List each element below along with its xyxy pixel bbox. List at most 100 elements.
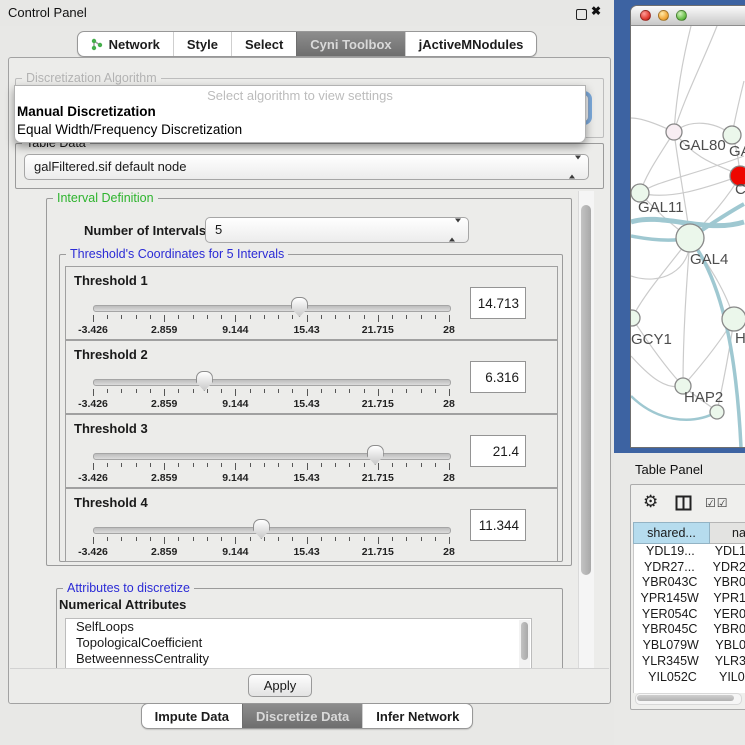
tab-select[interactable]: Select — [231, 32, 296, 56]
tick-mark — [107, 389, 108, 393]
network-canvas[interactable]: GAL80GACGAL11GAL4GCY1HHAP2 — [631, 26, 745, 447]
numerical-attributes-label: Numerical Attributes — [59, 597, 186, 612]
tick-mark — [392, 389, 393, 393]
tick-mark — [178, 537, 179, 541]
slider-track[interactable] — [93, 453, 451, 460]
attribute-item[interactable]: SelfLoops — [66, 619, 531, 635]
slider-thumb[interactable] — [196, 371, 213, 391]
network-node[interactable] — [710, 405, 724, 419]
bottom-tab-discretize-data[interactable]: Discretize Data — [242, 704, 362, 728]
table-row[interactable]: YPR145WYPR1 — [634, 591, 745, 607]
cell-shared-name: YER054C — [634, 607, 705, 623]
numerical-attributes-list[interactable]: SelfLoopsTopologicalCoefficientBetweenne… — [65, 618, 532, 669]
tick-mark — [421, 463, 422, 467]
table-data-combobox[interactable]: galFiltered.sif default node — [24, 154, 589, 180]
network-node[interactable] — [722, 307, 745, 331]
column-header-shared-name[interactable]: shared... — [633, 522, 710, 544]
table-row[interactable]: YER054CYER0 — [634, 607, 745, 623]
tab-jactivemnodules[interactable]: jActiveMNodules — [405, 32, 537, 56]
threshold-panel: Threshold 4-3.4262.8599.14415.4321.71528… — [65, 488, 558, 562]
cell-shared-name: YDR27... — [634, 560, 705, 576]
tick-mark — [207, 537, 208, 541]
panel-scrollbar[interactable] — [578, 191, 594, 669]
select-columns-icon[interactable]: ☑☑ — [705, 496, 729, 510]
tick-mark — [349, 389, 350, 393]
tick-mark — [307, 389, 308, 396]
cell-shared-name: YBR043C — [634, 575, 705, 591]
tick-label: 28 — [421, 472, 477, 484]
tab-cyni-toolbox[interactable]: Cyni Toolbox — [296, 32, 404, 56]
threshold-value-field[interactable]: 14.713 — [470, 287, 526, 319]
tick-mark — [235, 463, 236, 470]
gear-icon[interactable]: ⚙ — [643, 492, 658, 512]
list-scrollbar[interactable] — [519, 620, 530, 669]
tick-mark — [264, 389, 265, 393]
tick-mark — [292, 389, 293, 393]
table-hscrollbar[interactable] — [635, 693, 742, 705]
table-row[interactable]: YLR345WYLR3 — [634, 654, 745, 670]
tick-mark — [392, 315, 393, 319]
cyni-toolbox-panel: Discretization Algorithm Select algorith… — [8, 57, 611, 704]
tick-label: 21.715 — [350, 546, 406, 558]
column-header-name[interactable]: na — [710, 522, 745, 544]
slider-track[interactable] — [93, 527, 451, 534]
tick-label: 2.859 — [136, 324, 192, 336]
algorithm-dropdown-popup: Select algorithm to view settings Manual… — [14, 85, 586, 143]
tab-network[interactable]: Network — [78, 32, 173, 56]
tick-mark — [378, 315, 379, 322]
node-table: ⚙ ☑☑ shared... na YDL19...YDL1YDR27...YD… — [630, 484, 745, 710]
network-node[interactable] — [631, 310, 640, 326]
table-row[interactable]: YBL079WYBL0 — [634, 638, 745, 654]
tick-label: 9.144 — [207, 472, 263, 484]
tick-label: 21.715 — [350, 324, 406, 336]
table-row[interactable]: YBR043CYBR0 — [634, 575, 745, 591]
attribute-item[interactable]: BetweennessCentrality — [66, 651, 531, 667]
cell-shared-name: YDL19... — [634, 544, 707, 560]
table-row[interactable]: YDL19...YDL1 — [634, 544, 745, 560]
network-node[interactable] — [676, 224, 704, 252]
number-of-intervals-combobox[interactable]: 5 — [205, 217, 469, 243]
close-traffic-light[interactable] — [640, 10, 651, 21]
apply-bar: Apply — [10, 668, 609, 703]
slider-thumb[interactable] — [291, 297, 308, 317]
tick-mark — [406, 315, 407, 319]
network-window-titlebar[interactable] — [631, 6, 745, 26]
algorithm-option[interactable]: Manual Discretization — [15, 103, 585, 121]
table-header-row: shared... na — [633, 522, 745, 544]
slider-thumb[interactable] — [367, 445, 384, 465]
threshold-panel: Threshold 2-3.4262.8599.14415.4321.71528… — [65, 340, 558, 414]
tick-mark — [435, 315, 436, 319]
apply-button[interactable]: Apply — [248, 674, 312, 697]
tick-mark — [221, 389, 222, 393]
tick-mark — [378, 389, 379, 396]
cell-shared-name: YBL079W — [634, 638, 707, 654]
column-layout-icon[interactable] — [675, 495, 692, 511]
tick-mark — [235, 389, 236, 396]
table-row[interactable]: YDR27...YDR2 — [634, 560, 745, 576]
tab-style[interactable]: Style — [173, 32, 231, 56]
bottom-tab-infer-network[interactable]: Infer Network — [362, 704, 472, 728]
threshold-value-field[interactable]: 11.344 — [470, 509, 526, 541]
float-window-icon[interactable] — [576, 9, 587, 20]
table-row[interactable]: YBR045CYBR0 — [634, 622, 745, 638]
minimize-traffic-light[interactable] — [658, 10, 669, 21]
control-panel-titlebar: Control Panel ✖ — [0, 0, 614, 26]
slider-track[interactable] — [93, 379, 451, 386]
table-row[interactable]: YIL052CYIL0 — [634, 670, 745, 686]
threshold-panel: Threshold 1-3.4262.8599.14415.4321.71528… — [65, 266, 558, 340]
threshold-value-field[interactable]: 21.4 — [470, 435, 526, 467]
close-icon[interactable]: ✖ — [591, 4, 601, 18]
slider-track[interactable] — [93, 305, 451, 312]
cell-name: YIL0 — [711, 670, 745, 686]
network-view-window: GAL80GACGAL11GAL4GCY1HHAP2 — [630, 5, 745, 448]
zoom-traffic-light[interactable] — [676, 10, 687, 21]
bottom-tab-impute-data[interactable]: Impute Data — [142, 704, 242, 728]
tab-label: Discretize Data — [256, 709, 349, 724]
threshold-value-field[interactable]: 6.316 — [470, 361, 526, 393]
tab-label: Cyni Toolbox — [310, 37, 391, 52]
tab-label: Style — [187, 37, 218, 52]
tick-mark — [207, 463, 208, 467]
algorithm-option[interactable]: Equal Width/Frequency Discretization — [15, 121, 585, 139]
slider-thumb[interactable] — [253, 519, 270, 539]
attribute-item[interactable]: TopologicalCoefficient — [66, 635, 531, 651]
